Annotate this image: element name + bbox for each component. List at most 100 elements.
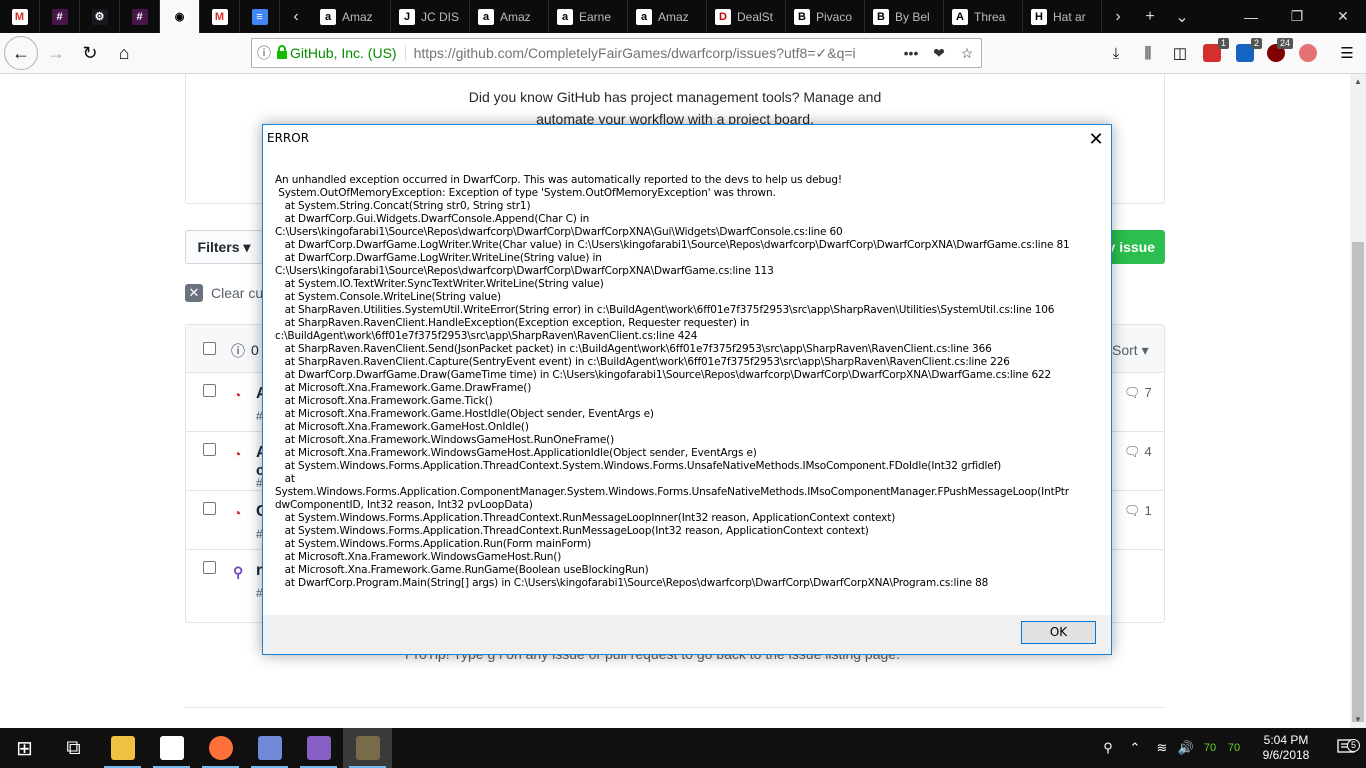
page-actions-button[interactable]: ••• <box>897 45 925 61</box>
reload-button[interactable]: ↻ <box>74 37 106 69</box>
browser-tab[interactable]: a Earne <box>549 0 628 33</box>
jcdisc-icon: J <box>399 8 415 25</box>
steam-icon: ⚙ <box>91 8 108 25</box>
tab-label: Amaz <box>342 9 373 24</box>
back-button[interactable]: ← <box>4 36 38 70</box>
sort-dropdown[interactable]: Sort ▾ <box>1112 342 1149 359</box>
visual-studio-button[interactable] <box>294 728 343 768</box>
dialog-titlebar[interactable]: ERROR ✕ <box>263 125 1111 155</box>
site-identity-label[interactable]: GitHub, Inc. (US) <box>290 45 406 61</box>
browser-tab[interactable]: a Amaz <box>628 0 707 33</box>
firefox-button[interactable] <box>196 728 245 768</box>
discord-button[interactable] <box>245 728 294 768</box>
page-scrollbar[interactable]: ▲ ▼ <box>1350 74 1366 728</box>
tab-github[interactable]: ◉ <box>160 0 200 33</box>
library-icon[interactable]: ⫼ <box>1137 42 1159 64</box>
scroll-down-arrow[interactable]: ▼ <box>1350 712 1366 728</box>
bookmark-icon: B <box>873 8 889 25</box>
clear-query-link[interactable]: ✕ Clear cu <box>185 284 263 302</box>
tab-list-button[interactable]: ⌄ <box>1166 0 1198 33</box>
notepad-button[interactable] <box>147 728 196 768</box>
site-info-icon[interactable]: ⓘ <box>252 43 276 63</box>
footer-divider <box>185 707 1165 708</box>
cpu-temp-label[interactable]: 70 <box>1198 742 1222 754</box>
scroll-tabs-left-icon[interactable]: ‹ <box>280 0 312 33</box>
clock[interactable]: 5:04 PM 9/6/2018 <box>1246 733 1326 763</box>
wifi-icon[interactable]: ≋ <box>1150 740 1174 756</box>
dwarfcorp-button[interactable] <box>343 728 392 768</box>
comment-icon: 🗨 <box>1124 385 1141 400</box>
tab-label: JC DIS <box>421 9 460 24</box>
tab-slack[interactable]: # <box>120 0 160 33</box>
issue-checkbox[interactable] <box>203 561 216 574</box>
visual-studio-icon <box>306 736 331 760</box>
extension-icon[interactable]: 2 <box>1236 38 1262 62</box>
comments-link[interactable]: 🗨 1 <box>1124 503 1152 519</box>
browser-tab[interactable]: H Hat ar <box>1023 0 1102 33</box>
ok-button[interactable]: OK <box>1021 621 1096 644</box>
tab-gmail[interactable]: M <box>200 0 240 33</box>
tab-strip: M # ⚙ # ◉ M ≡ ‹ a Amaz J JC DIS a Amaz a Earne a Amaz D Dea… <box>0 0 1366 33</box>
new-tab-button[interactable]: + <box>1134 0 1166 33</box>
bookmark-star-icon[interactable]: ☆ <box>953 45 981 62</box>
sidebar-icon[interactable]: ◫ <box>1169 42 1191 64</box>
system-tray: ⚲ ⌃ ≋ 🔊 70 70 5:04 PM 9/6/2018 5 <box>1096 728 1366 768</box>
tab-label: Amaz <box>658 9 689 24</box>
comments-link[interactable]: 🗨 4 <box>1124 444 1152 460</box>
clock-date: 9/6/2018 <box>1262 748 1310 762</box>
open-issues-icon[interactable]: ⓘ <box>231 341 245 361</box>
file-explorer-icon <box>110 736 135 760</box>
dialog-body: An unhandled exception occurred in Dwarf… <box>263 155 1111 615</box>
browser-tab[interactable]: A Threa <box>944 0 1023 33</box>
pocket-icon[interactable]: ❤ <box>925 45 953 62</box>
discord-icon <box>257 736 282 760</box>
people-icon[interactable]: ⚲ <box>1096 740 1120 756</box>
url-text[interactable]: https://github.com/CompletelyFairGames/d… <box>414 45 897 62</box>
clear-query-label: Clear cu <box>211 285 264 301</box>
tab-label: Threa <box>974 9 1006 24</box>
ublock-icon[interactable]: 24 <box>1267 38 1293 62</box>
tab-gmail[interactable]: M <box>0 0 40 33</box>
comments-link[interactable]: 🗨 7 <box>1124 385 1152 401</box>
show-hidden-icons-icon[interactable]: ⌃ <box>1120 740 1150 756</box>
extension-icon[interactable]: 1 <box>1203 38 1229 62</box>
menu-icon[interactable]: ☰ <box>1336 42 1358 64</box>
issue-checkbox[interactable] <box>203 502 216 515</box>
tab-steam[interactable]: ⚙ <box>80 0 120 33</box>
filters-button[interactable]: Filters ▾ <box>185 230 263 264</box>
browser-tab[interactable]: a Amaz <box>312 0 391 33</box>
github-icon: ◉ <box>171 8 188 25</box>
open-issues-count[interactable]: 0 <box>251 342 259 358</box>
restore-button[interactable]: ❐ <box>1274 0 1320 33</box>
home-button[interactable]: ⌂ <box>108 37 140 69</box>
url-bar[interactable]: ⓘ GitHub, Inc. (US) https://github.com/C… <box>251 38 982 68</box>
scroll-up-arrow[interactable]: ▲ <box>1350 74 1366 90</box>
shield-icon[interactable] <box>1299 44 1317 62</box>
volume-icon[interactable]: 🔊 <box>1174 740 1198 756</box>
close-button[interactable]: ✕ <box>1081 125 1111 155</box>
titlebar-drag-area[interactable] <box>1198 0 1228 33</box>
downloads-icon[interactable]: ⤓ <box>1105 42 1127 64</box>
tab-slack[interactable]: # <box>40 0 80 33</box>
comment-icon: 🗨 <box>1124 503 1141 518</box>
gpu-temp-label[interactable]: 70 <box>1222 742 1246 754</box>
task-view-button[interactable]: ⧉ <box>49 728 98 768</box>
browser-tab[interactable]: B Pivaco <box>786 0 865 33</box>
browser-tab[interactable]: a Amaz <box>470 0 549 33</box>
select-all-checkbox[interactable] <box>203 342 216 355</box>
file-explorer-button[interactable] <box>98 728 147 768</box>
browser-tab[interactable]: B By Bel <box>865 0 944 33</box>
browser-tab[interactable]: J JC DIS <box>391 0 470 33</box>
scrollbar-thumb[interactable] <box>1352 242 1364 722</box>
minimize-button[interactable]: — <box>1228 0 1274 33</box>
start-button[interactable]: ⊞ <box>0 728 49 768</box>
issue-checkbox[interactable] <box>203 384 216 397</box>
scroll-tabs-right-icon[interactable]: › <box>1102 0 1134 33</box>
browser-tab[interactable]: D DealSt <box>707 0 786 33</box>
window-close-button[interactable]: ✕ <box>1320 0 1366 33</box>
notifications-icon[interactable]: 5 <box>1326 738 1366 758</box>
tab-docs[interactable]: ≡ <box>240 0 280 33</box>
forward-button[interactable]: → <box>40 37 72 69</box>
issue-checkbox[interactable] <box>203 443 216 456</box>
extension-badge: 2 <box>1250 38 1262 49</box>
